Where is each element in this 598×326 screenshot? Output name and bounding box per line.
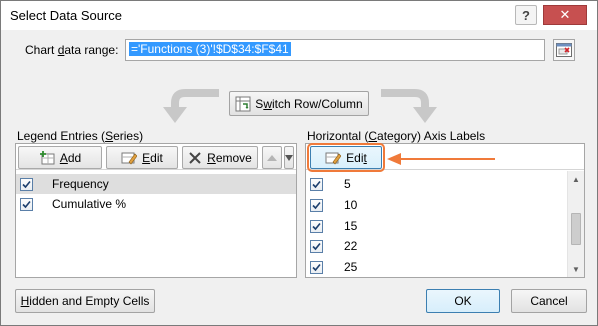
axis-list-scrollbar[interactable]: ▲ ▼ bbox=[567, 171, 584, 277]
category-checkbox[interactable] bbox=[310, 177, 323, 191]
category-row[interactable]: 10 bbox=[306, 195, 584, 215]
switch-row-column-button[interactable]: Switch Row/Column bbox=[229, 91, 369, 116]
move-down-button[interactable] bbox=[284, 146, 294, 169]
category-row[interactable]: 5 bbox=[306, 174, 584, 194]
hidden-empty-cells-label: Hidden and Empty Cells bbox=[20, 294, 150, 308]
checkmark-icon bbox=[312, 201, 321, 209]
category-row[interactable]: 15 bbox=[306, 216, 584, 236]
curved-arrow-right-icon bbox=[381, 89, 437, 123]
dialog-title: Select Data Source bbox=[10, 8, 123, 23]
chart-data-range-input[interactable]: ='Functions (3)'!$D$34:$F$41 bbox=[125, 39, 545, 61]
legend-entries-title: Legend Entries (Series) bbox=[17, 129, 144, 143]
scroll-down-icon[interactable]: ▼ bbox=[568, 261, 584, 277]
cancel-button[interactable]: Cancel bbox=[511, 289, 587, 313]
curved-arrow-left-icon bbox=[163, 89, 219, 123]
add-icon bbox=[39, 150, 55, 164]
move-up-icon bbox=[267, 154, 277, 161]
add-label: Add bbox=[59, 150, 82, 165]
series-label: Cumulative % bbox=[52, 197, 127, 211]
callout-arrow-icon bbox=[387, 153, 495, 165]
checkmark-icon bbox=[22, 200, 31, 208]
legend-entries-panel: Add Edit Remove Frequency Cumulative % bbox=[15, 143, 297, 278]
checkmark-icon bbox=[22, 180, 31, 188]
hidden-empty-cells-button[interactable]: Hidden and Empty Cells bbox=[15, 289, 155, 313]
add-series-button[interactable]: Add bbox=[18, 146, 102, 169]
range-picker-button[interactable] bbox=[553, 39, 575, 61]
scroll-thumb[interactable] bbox=[571, 213, 581, 245]
switch-row-column-label: Switch Row/Column bbox=[255, 96, 363, 111]
edit-icon bbox=[121, 152, 138, 164]
series-label: Frequency bbox=[52, 177, 109, 191]
remove-series-button[interactable]: Remove bbox=[182, 146, 258, 169]
chart-data-range-label: Chart data range: bbox=[25, 43, 119, 57]
axis-labels-title: Horizontal (Category) Axis Labels bbox=[307, 129, 486, 143]
title-bar: Select Data Source ? ✕ bbox=[1, 1, 597, 30]
select-data-source-dialog: Select Data Source ? ✕ Chart data range:… bbox=[0, 0, 598, 326]
edit-axis-label: Edit bbox=[346, 150, 367, 165]
category-row[interactable]: 22 bbox=[306, 236, 584, 256]
category-label: 10 bbox=[344, 198, 358, 212]
edit-label: Edit bbox=[142, 150, 163, 165]
edit-icon bbox=[325, 152, 342, 164]
close-button[interactable]: ✕ bbox=[543, 5, 587, 25]
category-label: 15 bbox=[344, 219, 358, 233]
category-label: 25 bbox=[344, 260, 358, 274]
category-checkbox[interactable] bbox=[310, 219, 323, 233]
category-checkbox[interactable] bbox=[310, 198, 323, 212]
category-row[interactable]: 25 bbox=[306, 257, 584, 277]
remove-label: Remove bbox=[207, 150, 252, 165]
edit-series-button[interactable]: Edit bbox=[106, 146, 178, 169]
checkmark-icon bbox=[312, 222, 321, 230]
category-label: 22 bbox=[344, 239, 358, 253]
help-button[interactable]: ? bbox=[515, 5, 537, 25]
move-up-button[interactable] bbox=[262, 146, 282, 169]
legend-toolbar: Add Edit Remove bbox=[16, 144, 296, 170]
series-checkbox[interactable] bbox=[20, 197, 33, 211]
ok-button[interactable]: OK bbox=[426, 289, 500, 313]
scroll-up-icon[interactable]: ▲ bbox=[568, 171, 584, 187]
checkmark-icon bbox=[312, 180, 321, 188]
move-down-icon bbox=[285, 154, 293, 161]
category-checkbox[interactable] bbox=[310, 239, 323, 253]
category-label: 5 bbox=[344, 177, 351, 191]
checkmark-icon bbox=[312, 263, 321, 271]
series-row[interactable]: Cumulative % bbox=[16, 194, 296, 214]
switch-row-column-icon bbox=[235, 96, 251, 111]
series-row[interactable]: Frequency bbox=[16, 174, 296, 194]
collapse-dialog-icon bbox=[556, 43, 572, 57]
remove-icon bbox=[189, 151, 201, 164]
series-checkbox[interactable] bbox=[20, 177, 33, 191]
category-checkbox[interactable] bbox=[310, 260, 323, 274]
edit-axis-labels-button[interactable]: Edit bbox=[307, 143, 385, 172]
chart-data-range-value: ='Functions (3)'!$D$34:$F$41 bbox=[129, 42, 291, 56]
checkmark-icon bbox=[312, 242, 321, 250]
